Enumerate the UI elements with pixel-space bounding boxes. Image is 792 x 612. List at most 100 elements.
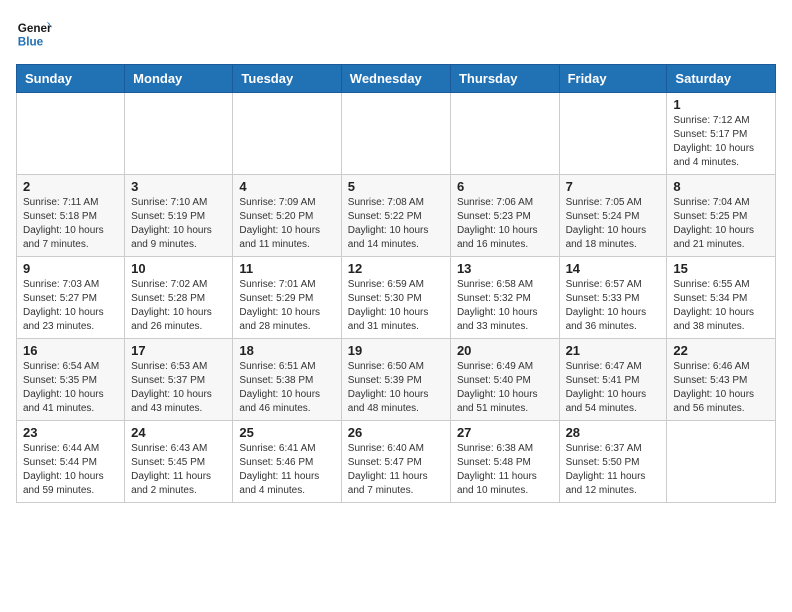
day-info: Sunrise: 7:10 AM Sunset: 5:19 PM Dayligh… xyxy=(131,196,226,252)
day-of-week-header: Thursday xyxy=(450,65,559,93)
day-info: Sunrise: 6:53 AM Sunset: 5:37 PM Dayligh… xyxy=(131,360,226,416)
day-number: 28 xyxy=(566,425,661,440)
day-number: 13 xyxy=(457,261,553,276)
calendar-cell: 18 Sunrise: 6:51 AM Sunset: 5:38 PM Dayli… xyxy=(233,339,341,421)
day-info: Sunrise: 6:55 AM Sunset: 5:34 PM Dayligh… xyxy=(673,278,769,334)
calendar-cell: 21 Sunrise: 6:47 AM Sunset: 5:41 PM Dayli… xyxy=(559,339,667,421)
day-number: 2 xyxy=(23,179,118,194)
day-number: 12 xyxy=(348,261,444,276)
day-number: 19 xyxy=(348,343,444,358)
calendar-cell: 27 Sunrise: 6:38 AM Sunset: 5:48 PM Dayli… xyxy=(450,421,559,503)
calendar-cell: 24 Sunrise: 6:43 AM Sunset: 5:45 PM Dayli… xyxy=(125,421,233,503)
calendar-cell: 26 Sunrise: 6:40 AM Sunset: 5:47 PM Dayli… xyxy=(341,421,450,503)
calendar-cell: 4 Sunrise: 7:09 AM Sunset: 5:20 PM Daylig… xyxy=(233,175,341,257)
calendar-week-row: 9 Sunrise: 7:03 AM Sunset: 5:27 PM Daylig… xyxy=(17,257,776,339)
day-info: Sunrise: 6:58 AM Sunset: 5:32 PM Dayligh… xyxy=(457,278,553,334)
day-of-week-header: Sunday xyxy=(17,65,125,93)
day-number: 1 xyxy=(673,97,769,112)
calendar-cell xyxy=(17,93,125,175)
day-info: Sunrise: 6:50 AM Sunset: 5:39 PM Dayligh… xyxy=(348,360,444,416)
calendar-cell: 20 Sunrise: 6:49 AM Sunset: 5:40 PM Dayli… xyxy=(450,339,559,421)
day-info: Sunrise: 6:49 AM Sunset: 5:40 PM Dayligh… xyxy=(457,360,553,416)
day-number: 21 xyxy=(566,343,661,358)
day-of-week-header: Monday xyxy=(125,65,233,93)
day-info: Sunrise: 7:06 AM Sunset: 5:23 PM Dayligh… xyxy=(457,196,553,252)
day-info: Sunrise: 7:01 AM Sunset: 5:29 PM Dayligh… xyxy=(239,278,334,334)
calendar-table: SundayMondayTuesdayWednesdayThursdayFrid… xyxy=(16,64,776,503)
calendar-cell: 15 Sunrise: 6:55 AM Sunset: 5:34 PM Dayli… xyxy=(667,257,776,339)
day-number: 27 xyxy=(457,425,553,440)
day-info: Sunrise: 6:51 AM Sunset: 5:38 PM Dayligh… xyxy=(239,360,334,416)
calendar-cell: 1 Sunrise: 7:12 AM Sunset: 5:17 PM Daylig… xyxy=(667,93,776,175)
calendar-cell: 14 Sunrise: 6:57 AM Sunset: 5:33 PM Dayli… xyxy=(559,257,667,339)
day-number: 17 xyxy=(131,343,226,358)
day-number: 11 xyxy=(239,261,334,276)
day-number: 20 xyxy=(457,343,553,358)
day-number: 18 xyxy=(239,343,334,358)
day-info: Sunrise: 7:09 AM Sunset: 5:20 PM Dayligh… xyxy=(239,196,334,252)
day-number: 4 xyxy=(239,179,334,194)
calendar-cell: 23 Sunrise: 6:44 AM Sunset: 5:44 PM Dayli… xyxy=(17,421,125,503)
day-number: 23 xyxy=(23,425,118,440)
calendar-cell: 3Sunrise: 7:10 AM Sunset: 5:19 PM Daylig… xyxy=(125,175,233,257)
calendar-week-row: 2 Sunrise: 7:11 AM Sunset: 5:18 PM Daylig… xyxy=(17,175,776,257)
day-of-week-header: Friday xyxy=(559,65,667,93)
day-info: Sunrise: 7:03 AM Sunset: 5:27 PM Dayligh… xyxy=(23,278,118,334)
calendar-cell xyxy=(341,93,450,175)
calendar-week-row: 16Sunrise: 6:54 AM Sunset: 5:35 PM Dayli… xyxy=(17,339,776,421)
day-info: Sunrise: 6:47 AM Sunset: 5:41 PM Dayligh… xyxy=(566,360,661,416)
day-info: Sunrise: 6:41 AM Sunset: 5:46 PM Dayligh… xyxy=(239,442,334,498)
day-info: Sunrise: 7:12 AM Sunset: 5:17 PM Dayligh… xyxy=(673,114,769,170)
day-info: Sunrise: 6:37 AM Sunset: 5:50 PM Dayligh… xyxy=(566,442,661,498)
day-number: 15 xyxy=(673,261,769,276)
calendar-cell xyxy=(667,421,776,503)
day-info: Sunrise: 6:46 AM Sunset: 5:43 PM Dayligh… xyxy=(673,360,769,416)
page-header: GeneralBlue xyxy=(16,16,776,52)
calendar-cell: 2 Sunrise: 7:11 AM Sunset: 5:18 PM Daylig… xyxy=(17,175,125,257)
day-of-week-header: Tuesday xyxy=(233,65,341,93)
calendar-cell: 12 Sunrise: 6:59 AM Sunset: 5:30 PM Dayli… xyxy=(341,257,450,339)
day-number: 7 xyxy=(566,179,661,194)
calendar-cell: 16Sunrise: 6:54 AM Sunset: 5:35 PM Dayli… xyxy=(17,339,125,421)
calendar-week-row: 23 Sunrise: 6:44 AM Sunset: 5:44 PM Dayli… xyxy=(17,421,776,503)
svg-text:General: General xyxy=(18,22,52,35)
calendar-cell: 7 Sunrise: 7:05 AM Sunset: 5:24 PM Daylig… xyxy=(559,175,667,257)
calendar-cell: 5 Sunrise: 7:08 AM Sunset: 5:22 PM Daylig… xyxy=(341,175,450,257)
day-info: Sunrise: 7:04 AM Sunset: 5:25 PM Dayligh… xyxy=(673,196,769,252)
calendar-cell: 19 Sunrise: 6:50 AM Sunset: 5:39 PM Dayli… xyxy=(341,339,450,421)
day-info: Sunrise: 6:44 AM Sunset: 5:44 PM Dayligh… xyxy=(23,442,118,498)
day-info: Sunrise: 6:38 AM Sunset: 5:48 PM Dayligh… xyxy=(457,442,553,498)
day-number: 10 xyxy=(131,261,226,276)
day-of-week-header: Saturday xyxy=(667,65,776,93)
day-info: Sunrise: 6:54 AM Sunset: 5:35 PM Dayligh… xyxy=(23,360,118,416)
day-info: Sunrise: 7:11 AM Sunset: 5:18 PM Dayligh… xyxy=(23,196,118,252)
calendar-cell: 22Sunrise: 6:46 AM Sunset: 5:43 PM Dayli… xyxy=(667,339,776,421)
calendar-cell xyxy=(125,93,233,175)
calendar-cell xyxy=(233,93,341,175)
day-number: 5 xyxy=(348,179,444,194)
day-number: 24 xyxy=(131,425,226,440)
day-info: Sunrise: 6:40 AM Sunset: 5:47 PM Dayligh… xyxy=(348,442,444,498)
calendar-cell: 28 Sunrise: 6:37 AM Sunset: 5:50 PM Dayli… xyxy=(559,421,667,503)
day-number: 6 xyxy=(457,179,553,194)
day-info: Sunrise: 6:57 AM Sunset: 5:33 PM Dayligh… xyxy=(566,278,661,334)
day-info: Sunrise: 7:08 AM Sunset: 5:22 PM Dayligh… xyxy=(348,196,444,252)
day-number: 25 xyxy=(239,425,334,440)
calendar-cell: 25 Sunrise: 6:41 AM Sunset: 5:46 PM Dayli… xyxy=(233,421,341,503)
day-info: Sunrise: 6:59 AM Sunset: 5:30 PM Dayligh… xyxy=(348,278,444,334)
calendar-cell: 10Sunrise: 7:02 AM Sunset: 5:28 PM Dayli… xyxy=(125,257,233,339)
day-number: 9 xyxy=(23,261,118,276)
day-number: 8 xyxy=(673,179,769,194)
calendar-cell: 11 Sunrise: 7:01 AM Sunset: 5:29 PM Dayli… xyxy=(233,257,341,339)
day-number: 14 xyxy=(566,261,661,276)
calendar-week-row: 1 Sunrise: 7:12 AM Sunset: 5:17 PM Daylig… xyxy=(17,93,776,175)
day-of-week-header: Wednesday xyxy=(341,65,450,93)
calendar-header-row: SundayMondayTuesdayWednesdayThursdayFrid… xyxy=(17,65,776,93)
calendar-cell: 13 Sunrise: 6:58 AM Sunset: 5:32 PM Dayli… xyxy=(450,257,559,339)
calendar-cell xyxy=(559,93,667,175)
calendar-cell xyxy=(450,93,559,175)
day-info: Sunrise: 7:05 AM Sunset: 5:24 PM Dayligh… xyxy=(566,196,661,252)
day-info: Sunrise: 6:43 AM Sunset: 5:45 PM Dayligh… xyxy=(131,442,226,498)
svg-text:Blue: Blue xyxy=(18,36,44,49)
day-number: 26 xyxy=(348,425,444,440)
